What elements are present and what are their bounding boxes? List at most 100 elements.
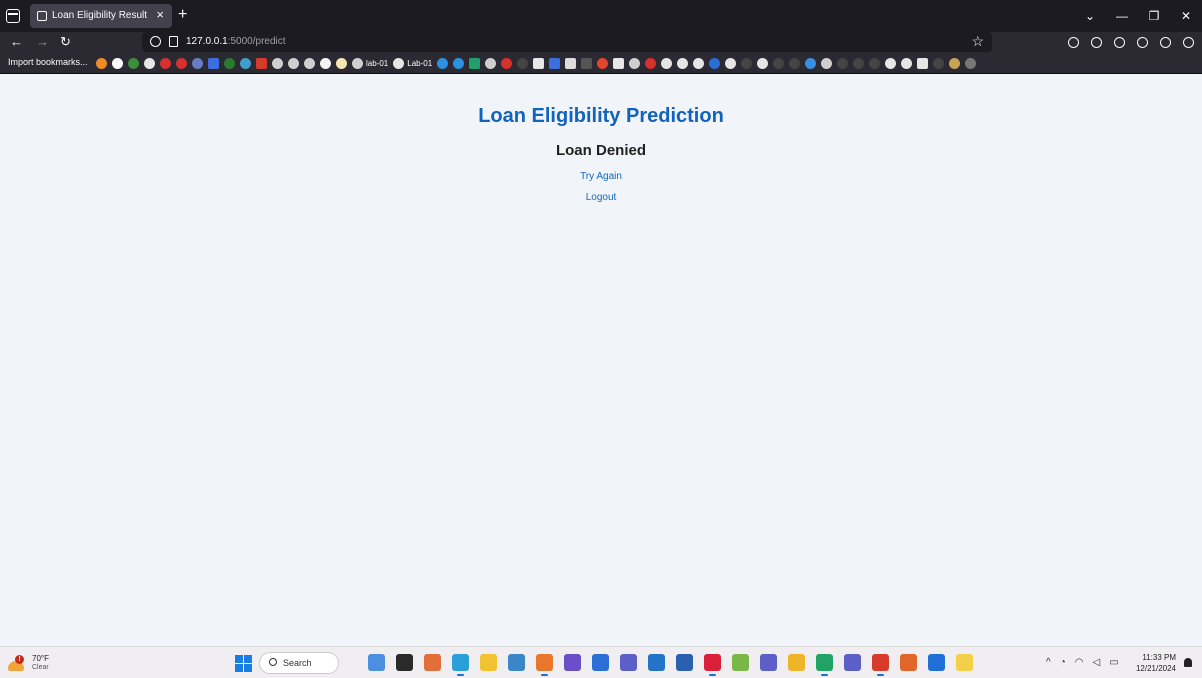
edge-icon[interactable] — [452, 654, 469, 676]
account-icon[interactable] — [1114, 37, 1125, 48]
bookmark-google-icon[interactable] — [112, 58, 123, 69]
bookmark-globe-icon[interactable] — [485, 58, 497, 69]
bookmark-icon[interactable] — [96, 58, 107, 69]
bookmark-icon[interactable] — [773, 58, 785, 69]
address-bar[interactable]: 127.0.0.1:5000/predict ☆ — [142, 32, 992, 52]
bookmark-icon[interactable] — [469, 58, 481, 69]
pocket-icon[interactable] — [1068, 37, 1079, 48]
bookmark-icon[interactable] — [517, 58, 529, 69]
app-icon[interactable] — [928, 654, 945, 671]
bookmark-icon[interactable] — [320, 58, 331, 69]
notepad-icon[interactable] — [956, 654, 973, 671]
bookmark-icon[interactable] — [597, 58, 609, 69]
xampp-icon[interactable] — [900, 654, 917, 671]
acrobat-icon[interactable] — [872, 654, 889, 676]
app-icon[interactable] — [592, 654, 609, 671]
bookmark-github-icon[interactable] — [393, 58, 405, 69]
bookmark-icon[interactable] — [917, 58, 929, 69]
bookmark-icon[interactable] — [837, 58, 849, 69]
bookmark-icon[interactable] — [208, 58, 219, 69]
bookmark-icon[interactable] — [741, 58, 753, 69]
bookmark-github-icon[interactable] — [901, 58, 913, 69]
bookmark-icon[interactable] — [256, 58, 267, 69]
bookmark-icon[interactable] — [805, 58, 817, 69]
bookmark-icon[interactable] — [549, 58, 561, 69]
task-view-icon[interactable] — [396, 654, 413, 671]
taskbar-search[interactable]: Search — [259, 652, 339, 674]
bookmark-icon[interactable] — [613, 58, 625, 69]
bookmark-github-icon[interactable] — [757, 58, 769, 69]
bookmark-github-icon[interactable] — [885, 58, 897, 69]
clock-time[interactable]: 11:33 PM — [1142, 653, 1176, 662]
forward-arrow-icon[interactable]: → — [36, 34, 49, 50]
bookmark-icon[interactable] — [853, 58, 865, 69]
bookmark-icon[interactable] — [160, 58, 171, 69]
share-icon[interactable] — [1137, 37, 1148, 48]
menu-icon[interactable] — [1183, 37, 1194, 48]
bookmark-lab-01-alt[interactable]: Lab-01 — [407, 59, 432, 68]
volume-icon[interactable]: ◁ — [1092, 657, 1100, 668]
bookmark-icon[interactable] — [645, 58, 657, 69]
bookmark-icon[interactable] — [965, 58, 977, 69]
bookmark-github-icon[interactable] — [677, 58, 689, 69]
file-explorer-icon[interactable] — [480, 654, 497, 671]
bookmark-globe-icon[interactable] — [352, 58, 363, 69]
bookmark-icon[interactable] — [437, 58, 449, 69]
vscode-icon[interactable] — [648, 654, 665, 671]
tab-close-icon[interactable]: × — [156, 8, 164, 22]
tab-active[interactable]: Loan Eligibility Result × — [30, 4, 172, 28]
bookmark-icon[interactable] — [501, 58, 513, 69]
reload-icon[interactable]: ↻ — [60, 34, 71, 50]
app-icon[interactable] — [368, 654, 385, 671]
app-icon[interactable] — [508, 654, 525, 671]
bookmark-icon[interactable] — [176, 58, 187, 69]
bookmark-icon[interactable] — [336, 58, 347, 69]
bookmark-icon[interactable] — [128, 58, 139, 69]
bookmark-icon[interactable] — [565, 58, 577, 69]
url-text[interactable]: 127.0.0.1:5000/predict — [186, 36, 286, 47]
bookmark-github-icon[interactable] — [725, 58, 737, 69]
bookmark-icon[interactable] — [192, 58, 203, 69]
bookmark-globe-icon[interactable] — [304, 58, 315, 69]
start-button[interactable] — [235, 655, 252, 672]
page-info-icon[interactable] — [169, 36, 178, 47]
bookmark-github-icon[interactable] — [144, 58, 155, 69]
chevron-up-icon[interactable]: ^ — [1046, 657, 1051, 668]
bookmark-icon[interactable] — [709, 58, 721, 69]
bookmark-icon[interactable] — [533, 58, 545, 69]
bookmark-github-icon[interactable] — [661, 58, 673, 69]
bookmark-icon[interactable] — [949, 58, 961, 69]
bookmark-icon[interactable] — [581, 58, 593, 69]
app-icon[interactable] — [564, 654, 581, 671]
notification-bell-icon[interactable] — [1184, 658, 1192, 667]
bookmark-icon[interactable] — [240, 58, 251, 69]
app-icon[interactable] — [676, 654, 693, 671]
pycharm-icon[interactable] — [816, 654, 833, 676]
weather-widget[interactable]: ! — [8, 655, 26, 671]
maximize-button[interactable]: ❐ — [1138, 9, 1170, 23]
bookmark-icon[interactable] — [933, 58, 945, 69]
teams-icon[interactable] — [620, 654, 637, 671]
bookmark-globe-icon[interactable] — [288, 58, 299, 69]
chrome-icon[interactable] — [788, 654, 805, 671]
teams-icon[interactable] — [844, 654, 861, 671]
logout-link[interactable]: Logout — [586, 192, 617, 203]
try-again-link[interactable]: Try Again — [580, 171, 622, 182]
wifi-icon[interactable]: ◠ — [1075, 657, 1084, 668]
bookmark-icon[interactable] — [789, 58, 801, 69]
teams-icon[interactable] — [760, 654, 777, 671]
list-all-tabs-icon[interactable]: ⌄ — [1074, 9, 1106, 23]
minimize-button[interactable]: — — [1106, 9, 1138, 23]
extensions-icon[interactable] — [1160, 37, 1171, 48]
app-icon[interactable] — [424, 654, 441, 671]
app-icon[interactable] — [732, 654, 749, 671]
network-icon[interactable]: ◔ — [1060, 657, 1066, 668]
tab-list-icon[interactable] — [6, 9, 20, 23]
tools-icon[interactable] — [1091, 37, 1102, 48]
bookmark-star-icon[interactable]: ☆ — [971, 33, 984, 50]
back-arrow-icon[interactable]: ← — [10, 34, 23, 50]
bookmark-github-icon[interactable] — [693, 58, 705, 69]
close-window-button[interactable]: ✕ — [1170, 9, 1202, 23]
bookmark-globe-icon[interactable] — [821, 58, 833, 69]
import-bookmarks-link[interactable]: Import bookmarks... — [8, 57, 88, 67]
